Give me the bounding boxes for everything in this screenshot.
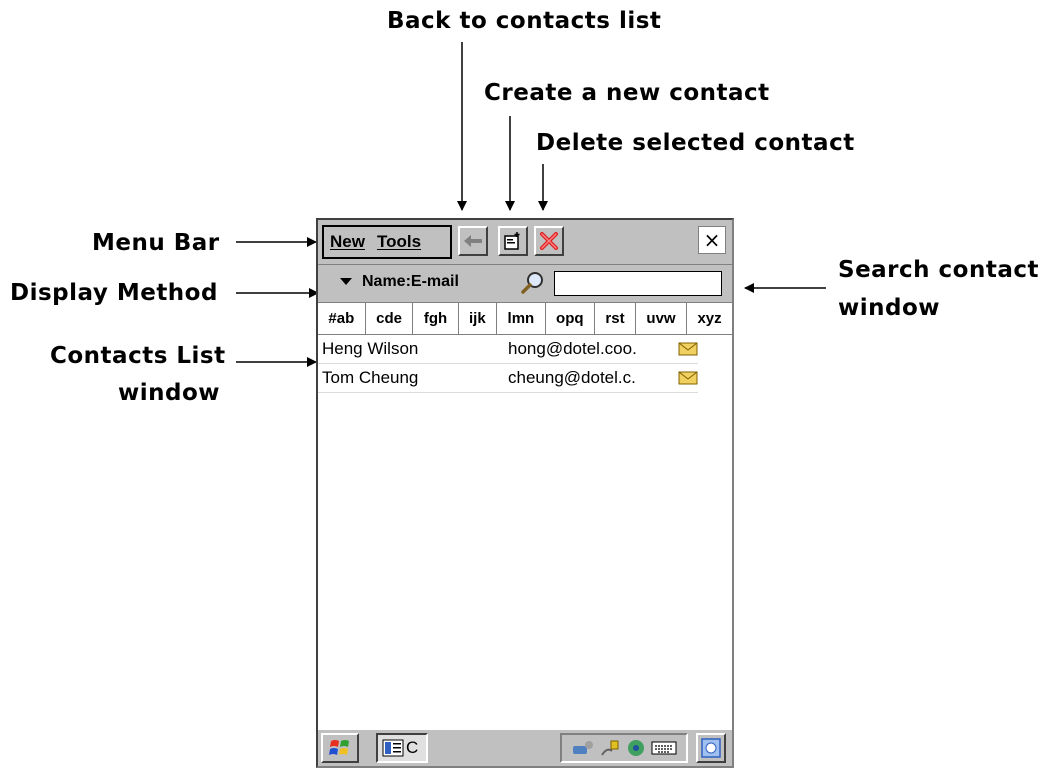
search-input[interactable] (554, 271, 722, 296)
contact-email: cheung@dotel.c. (508, 368, 636, 387)
system-tray (560, 733, 688, 763)
alpha-tab[interactable]: rst (594, 303, 636, 335)
network-icon[interactable] (571, 737, 595, 759)
new-contact-button[interactable] (498, 226, 528, 256)
task-label: C (406, 738, 419, 757)
contact-row[interactable]: Tom Cheung cheung@dotel.c. (318, 364, 698, 393)
alphabet-tabs: #ab cde fgh ijk lmn opq rst uvw xyz (318, 302, 733, 335)
alpha-tab[interactable]: uvw (636, 303, 688, 335)
settings-icon[interactable] (625, 737, 647, 759)
contacts-app-icon (382, 739, 404, 757)
alpha-tab[interactable]: #ab (318, 303, 366, 335)
search-icon (521, 272, 543, 294)
display-bar: Name:E-mail (318, 265, 732, 302)
alpha-tab[interactable]: lmn (497, 303, 546, 335)
start-icon (329, 740, 349, 755)
menu-tools[interactable]: Tools (377, 232, 421, 252)
taskbar: C (318, 728, 732, 766)
close-button[interactable]: × (698, 226, 726, 254)
back-arrow-icon (464, 235, 482, 247)
back-button[interactable] (458, 226, 488, 256)
contact-name: Tom Cheung (322, 368, 419, 387)
desktop-button[interactable] (696, 733, 726, 763)
new-contact-icon (504, 232, 520, 250)
display-method-dropdown[interactable]: Name:E-mail (340, 273, 459, 291)
desktop-icon (701, 738, 721, 758)
start-button[interactable] (321, 733, 359, 763)
menu-bar: New Tools (322, 225, 452, 259)
alpha-tab[interactable]: opq (545, 303, 595, 335)
delete-icon (540, 232, 558, 250)
alpha-tab[interactable]: ijk (458, 303, 498, 335)
task-contacts[interactable]: C (376, 733, 428, 763)
alpha-tab[interactable]: xyz (687, 303, 733, 335)
keyboard-icon[interactable] (651, 740, 677, 756)
envelope-icon[interactable] (678, 371, 698, 385)
toolbar: New Tools × (318, 220, 732, 265)
display-method-label: Name:E-mail (362, 273, 459, 290)
delete-contact-button[interactable] (534, 226, 564, 256)
menu-new[interactable]: New (330, 232, 365, 252)
power-icon[interactable] (599, 737, 621, 759)
contact-row[interactable]: Heng Wilson hong@dotel.coo. (318, 335, 698, 364)
contacts-list: Heng Wilson hong@dotel.coo. Tom Cheung cheu… (318, 335, 732, 393)
contact-email: hong@dotel.coo. (508, 339, 637, 358)
device-screen: New Tools × Name:E-mail #ab cde fgh ijk … (316, 218, 734, 768)
alpha-tab[interactable]: cde (365, 303, 414, 335)
alpha-tab[interactable]: fgh (413, 303, 459, 335)
contact-name: Heng Wilson (322, 339, 419, 358)
envelope-icon[interactable] (678, 342, 698, 356)
dropdown-arrow-icon (340, 278, 352, 285)
